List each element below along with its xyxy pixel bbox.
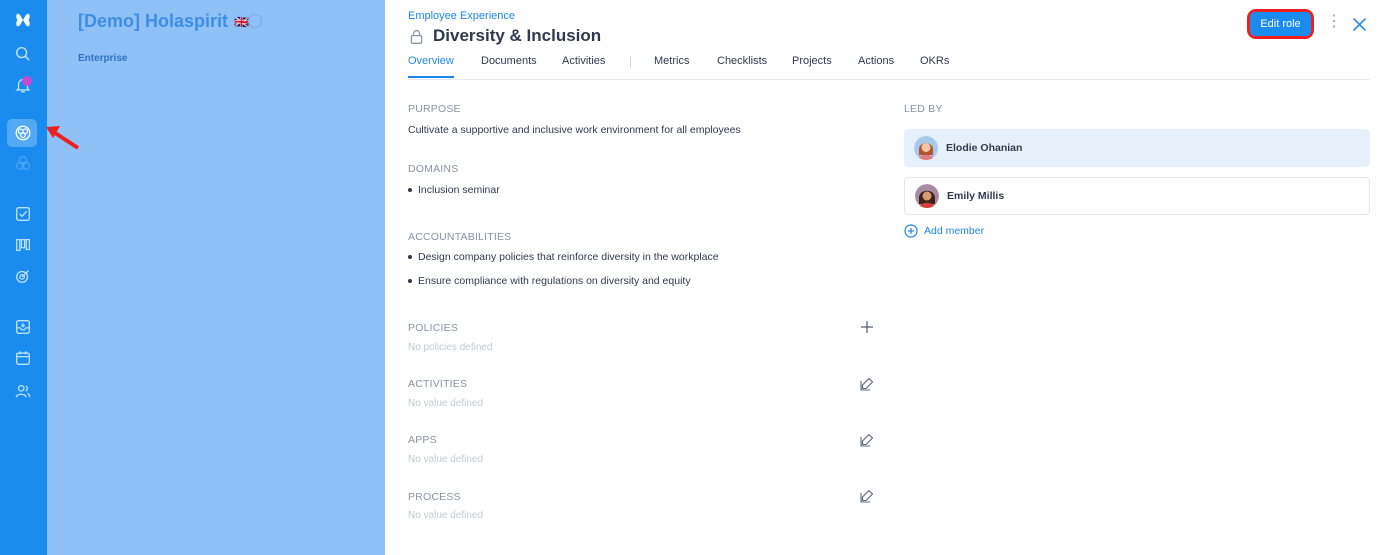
add-member-button[interactable]: Add member: [904, 224, 984, 238]
org-subtitle[interactable]: Enterprise: [78, 53, 127, 64]
role-detail-panel: Employee Experience Diversity & Inclusio…: [385, 0, 1386, 555]
title-row: Diversity & Inclusion: [408, 26, 601, 46]
tab-bar: Overview Documents Activities Metrics Ch…: [408, 55, 1370, 80]
activities-empty-text: No value defined: [408, 398, 484, 409]
edit-role-label: Edit role: [1250, 12, 1311, 36]
calendar-icon[interactable]: [12, 347, 34, 369]
policies-empty-text: No policies defined: [408, 342, 493, 353]
accountability-item: Design company policies that reinforce d…: [408, 251, 719, 263]
policies-heading: POLICIES: [408, 322, 459, 334]
tab-documents[interactable]: Documents: [481, 55, 537, 67]
purpose-heading: PURPOSE: [408, 103, 461, 115]
activities-heading: ACTIVITIES: [408, 378, 468, 390]
lock-icon: [408, 28, 425, 45]
kanban-icon[interactable]: [12, 234, 34, 256]
breadcrumb[interactable]: Employee Experience: [408, 10, 515, 22]
domains-heading: DOMAINS: [408, 163, 459, 175]
close-icon[interactable]: [1351, 16, 1368, 33]
tab-separator: [630, 56, 631, 68]
purpose-text: Cultivate a supportive and inclusive wor…: [408, 124, 741, 136]
tab-checklists[interactable]: Checklists: [717, 55, 767, 67]
org-background-panel: [47, 0, 385, 555]
edit-apps-icon[interactable]: [860, 433, 874, 447]
org-title-text: [Demo] Holaspirit: [78, 11, 229, 31]
target-icon[interactable]: [12, 265, 34, 287]
member-name: Emily Millis: [947, 190, 1005, 202]
accountabilities-heading: ACCOUNTABILITIES: [408, 231, 512, 243]
info-icon[interactable]: [248, 14, 262, 28]
logo-icon[interactable]: [12, 9, 34, 31]
member-card[interactable]: Elodie Ohanian: [904, 129, 1370, 167]
plus-circle-icon: [904, 224, 918, 238]
add-policy-icon[interactable]: [860, 320, 874, 334]
left-rail: [0, 0, 47, 555]
tab-metrics[interactable]: Metrics: [654, 55, 689, 67]
apps-empty-text: No value defined: [408, 454, 484, 465]
avatar: [914, 136, 938, 160]
inbox-icon[interactable]: [12, 316, 34, 338]
check-icon[interactable]: [12, 203, 34, 225]
tab-okrs[interactable]: OKRs: [920, 55, 949, 67]
page-title: Diversity & Inclusion: [433, 26, 602, 45]
tab-actions[interactable]: Actions: [858, 55, 894, 67]
member-card[interactable]: Emily Millis: [904, 177, 1370, 215]
accountability-item: Ensure compliance with regulations on di…: [408, 275, 691, 287]
tab-projects[interactable]: Projects: [792, 55, 832, 67]
tab-activities[interactable]: Activities: [562, 55, 605, 67]
notification-badge: [22, 76, 32, 86]
more-options-icon[interactable]: ⋮: [1326, 14, 1342, 30]
search-icon[interactable]: [12, 43, 34, 65]
process-heading: PROCESS: [408, 491, 461, 503]
roles-icon[interactable]: [12, 153, 34, 175]
member-name: Elodie Ohanian: [946, 142, 1023, 154]
process-empty-text: No value defined: [408, 510, 484, 521]
edit-activities-icon[interactable]: [860, 377, 874, 391]
edit-process-icon[interactable]: [860, 489, 874, 503]
tab-overview[interactable]: Overview: [408, 55, 454, 78]
avatar: [915, 184, 939, 208]
org-title[interactable]: [Demo] Holaspirit 🇬🇧: [78, 11, 249, 32]
flag-icon: 🇬🇧: [234, 14, 249, 29]
led-by-heading: LED BY: [904, 103, 943, 115]
domain-item: Inclusion seminar: [408, 184, 500, 196]
people-icon[interactable]: [12, 380, 34, 402]
apps-heading: APPS: [408, 434, 437, 446]
edit-role-button[interactable]: Edit role: [1247, 9, 1314, 39]
add-member-label: Add member: [924, 225, 985, 237]
circles-icon[interactable]: [12, 122, 34, 144]
red-arrow-annotation: [46, 126, 80, 150]
